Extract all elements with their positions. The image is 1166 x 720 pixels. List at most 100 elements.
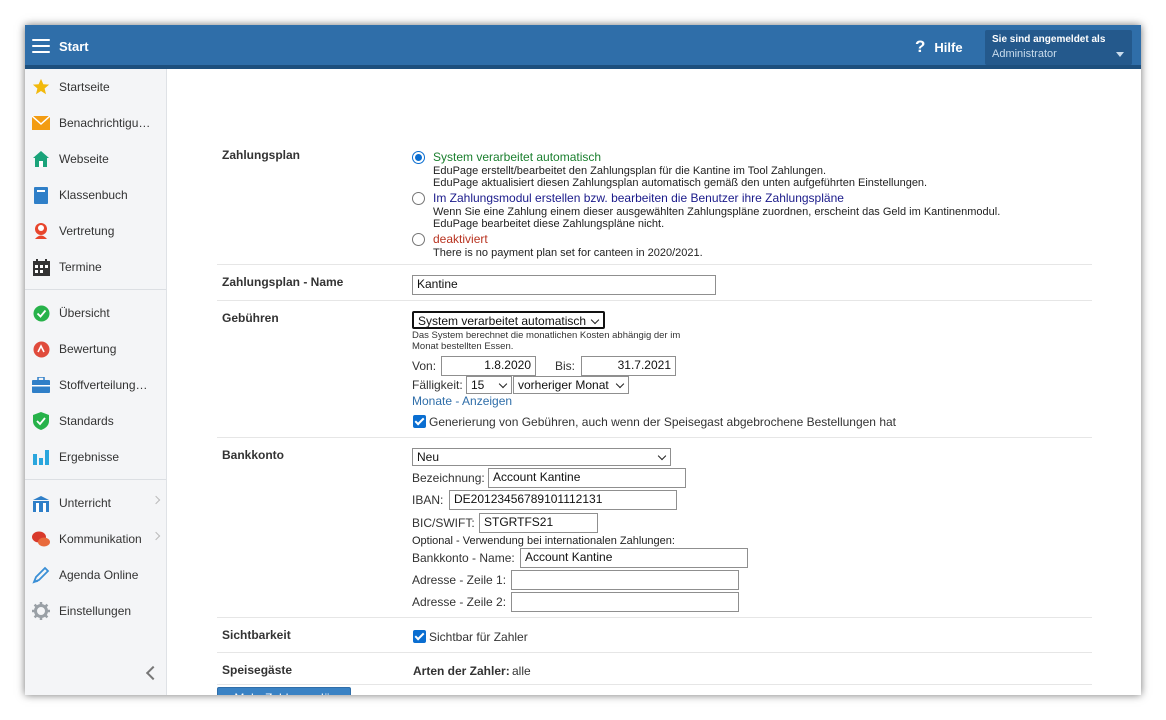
row-divider xyxy=(217,300,1092,301)
sidebar-item-label: Vertretung xyxy=(59,224,115,238)
sidebar-item-agenda-online[interactable]: Agenda Online xyxy=(25,560,166,590)
visible-for-payers-label[interactable]: Sichtbar für Zahler xyxy=(429,630,528,644)
adresse2-input[interactable] xyxy=(511,592,739,612)
sidebar-item-standards[interactable]: Standards xyxy=(25,406,166,436)
due-month-select[interactable]: vorheriger Monat xyxy=(513,376,629,394)
person-icon xyxy=(31,221,51,241)
row-divider xyxy=(217,652,1092,653)
chevron-down-icon xyxy=(1116,52,1124,57)
sidebar-item-benachrichtigungen[interactable]: Benachrichtigu… xyxy=(25,108,166,138)
fee-mode-value: System verarbeitet automatisch xyxy=(418,314,587,328)
more-payment-plans-button[interactable]: + Mehr Zahlungspläne xyxy=(217,687,351,695)
sidebar-item-label: Stoffverteilung… xyxy=(59,378,148,392)
radio-system-automatic[interactable] xyxy=(412,151,425,164)
adresse2-label: Adresse - Zeile 2: xyxy=(412,595,507,609)
iban-label: IBAN: xyxy=(412,493,444,507)
iban-input[interactable]: DE20123456789101112131 xyxy=(449,490,677,510)
bank-account-value: Neu xyxy=(417,450,440,464)
bar-chart-icon xyxy=(31,447,51,467)
main-content: Zahlungsplan System verarbeitet automati… xyxy=(167,73,1141,695)
building-icon xyxy=(31,493,51,513)
chevron-right-icon xyxy=(151,495,161,505)
due-day-select[interactable]: 15 xyxy=(466,376,512,394)
envelope-icon xyxy=(31,113,51,133)
help-label: Hilfe xyxy=(934,39,963,55)
grade-icon xyxy=(31,339,51,359)
sidebar-item-uebersicht[interactable]: Übersicht xyxy=(25,298,166,328)
kontoname-input[interactable]: Account Kantine xyxy=(520,548,748,568)
name-label: Zahlungsplan - Name xyxy=(222,275,344,289)
due-day-value: 15 xyxy=(471,378,485,392)
sidebar-item-label: Standards xyxy=(59,414,114,428)
chevron-down-icon xyxy=(657,451,667,461)
sidebar-item-label: Kommunikation xyxy=(59,532,142,546)
sidebar-item-termine[interactable]: Termine xyxy=(25,252,166,282)
row-divider xyxy=(217,684,1092,685)
bankkonto-label: Bankkonto xyxy=(222,448,285,462)
app-window: Start ? Hilfe Sie sind angemeldet als Ad… xyxy=(25,25,1141,695)
option3-description: There is no payment plan set for canteen… xyxy=(433,247,703,259)
sidebar-item-label: Klassenbuch xyxy=(59,188,128,202)
sidebar-item-label: Bewertung xyxy=(59,342,117,356)
pen-icon xyxy=(31,565,51,585)
start-title[interactable]: Start xyxy=(59,39,89,54)
sidebar-item-ergebnisse[interactable]: Ergebnisse xyxy=(25,442,166,472)
briefcase-icon xyxy=(31,375,51,395)
question-icon: ? xyxy=(915,37,926,56)
speisegaeste-label: Speisegäste xyxy=(222,663,293,677)
sidebar-item-label: Unterricht xyxy=(59,496,112,510)
visible-for-payers-checkbox[interactable] xyxy=(413,630,426,643)
sidebar-item-label: Übersicht xyxy=(59,306,110,320)
fee-description-2: Monat bestellten Essen. xyxy=(412,341,514,352)
sidebar-item-vertretung[interactable]: Vertretung xyxy=(25,216,166,246)
bezeichnung-label: Bezeichnung: xyxy=(412,471,485,485)
chat-icon xyxy=(31,529,51,549)
generate-fees-label[interactable]: Generierung von Gebühren, auch wenn der … xyxy=(429,415,896,429)
sidebar-divider xyxy=(25,289,166,290)
due-month-value: vorheriger Monat xyxy=(518,378,609,392)
name-input[interactable]: Kantine xyxy=(412,275,716,295)
chevron-down-icon xyxy=(498,379,508,389)
bank-account-select[interactable]: Neu xyxy=(412,448,671,466)
fee-description-1: Das System berechnet die monatlichen Kos… xyxy=(412,330,681,341)
row-divider xyxy=(217,264,1092,265)
radio-payment-module[interactable] xyxy=(412,192,425,205)
sidebar-item-stoffverteilung[interactable]: Stoffverteilung… xyxy=(25,370,166,400)
user-menu[interactable]: Sie sind angemeldet als Administrator xyxy=(985,30,1132,65)
sidebar-item-einstellungen[interactable]: Einstellungen xyxy=(25,596,166,626)
generate-fees-checkbox[interactable] xyxy=(413,415,426,428)
fee-mode-select[interactable]: System verarbeitet automatisch xyxy=(412,311,605,329)
sidebar-item-webseite[interactable]: Webseite xyxy=(25,144,166,174)
chevron-down-icon xyxy=(590,315,600,325)
sidebar-item-label: Ergebnisse xyxy=(59,450,120,464)
bezeichnung-input[interactable]: Account Kantine xyxy=(488,468,686,488)
von-label: Von: xyxy=(412,359,437,373)
von-input[interactable]: 1.8.2020 xyxy=(441,356,536,376)
help-button[interactable]: ? Hilfe xyxy=(915,37,963,57)
home-icon xyxy=(31,149,51,169)
hamburger-menu-icon[interactable] xyxy=(32,39,50,53)
sidebar-item-label: Agenda Online xyxy=(59,568,139,582)
user-name: Administrator xyxy=(992,48,1057,60)
payer-types-value: alle xyxy=(512,664,531,678)
months-show-link[interactable]: Monate - Anzeigen xyxy=(412,394,512,408)
sidebar-item-kommunikation[interactable]: Kommunikation xyxy=(25,524,166,554)
bis-input[interactable]: 31.7.2021 xyxy=(581,356,676,376)
user-line1: Sie sind angemeldet als xyxy=(992,34,1106,45)
sidebar-item-bewertung[interactable]: Bewertung xyxy=(25,334,166,364)
adresse1-input[interactable] xyxy=(511,570,739,590)
chevron-right-icon xyxy=(151,531,161,541)
star-icon xyxy=(31,77,51,97)
radio-deactivated[interactable] xyxy=(412,233,425,246)
calendar-icon xyxy=(31,257,51,277)
option-deactivated[interactable]: deaktiviert xyxy=(433,232,488,246)
sichtbarkeit-label: Sichtbarkeit xyxy=(222,628,291,642)
collapse-sidebar-icon[interactable] xyxy=(143,665,159,681)
option-payment-module[interactable]: Im Zahlungsmodul erstellen bzw. bearbeit… xyxy=(433,191,844,205)
bic-input[interactable]: STGRTFS21 xyxy=(479,513,598,533)
option-system-automatic[interactable]: System verarbeitet automatisch xyxy=(433,150,601,164)
sidebar-item-unterricht[interactable]: Unterricht xyxy=(25,488,166,518)
row-divider xyxy=(217,617,1092,618)
sidebar-item-klassenbuch[interactable]: Klassenbuch xyxy=(25,180,166,210)
sidebar-item-startseite[interactable]: Startseite xyxy=(25,72,166,102)
